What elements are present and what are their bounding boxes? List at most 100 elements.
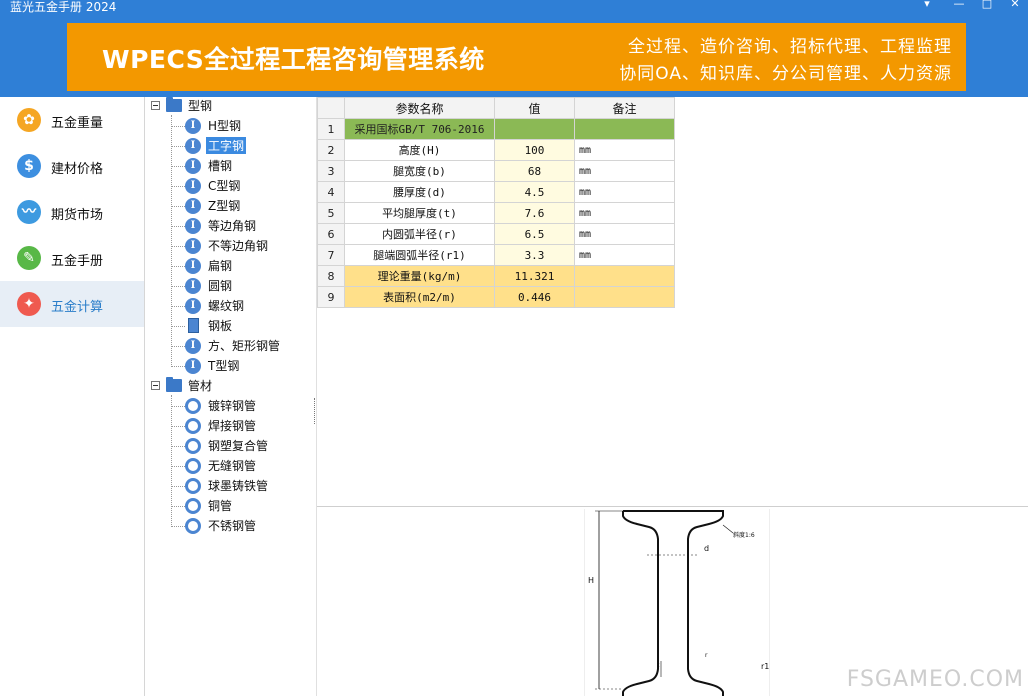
param-value-input[interactable]: 68 (494, 160, 575, 182)
tree-item[interactable]: I 螺纹钢 (145, 297, 316, 317)
ring-icon (185, 518, 201, 534)
param-value-input[interactable]: 4.5 (494, 181, 575, 203)
tree-connector (171, 406, 185, 407)
row-num: 7 (317, 244, 345, 266)
tree-item[interactable]: I 槽钢 (145, 157, 316, 177)
tree-item-label: 不等边角钢 (208, 239, 269, 253)
table-row: 7 腿端圆弧半径(r1) 3.3 mm (317, 244, 675, 266)
param-note: mm (574, 244, 675, 266)
tree-item[interactable]: I 等边角钢 (145, 217, 316, 237)
tree-item[interactable]: I 扁钢 (145, 257, 316, 277)
ad-banner[interactable]: WPECS全过程工程咨询管理系统 全过程、造价咨询、招标代理、工程监理 协同OA… (67, 23, 966, 91)
table-row: 4 腰厚度(d) 4.5 mm (317, 181, 675, 203)
collapse-icon[interactable] (151, 381, 160, 390)
trend-icon: 〰 (17, 200, 41, 224)
param-name: 腰厚度(d) (344, 181, 495, 203)
minimize-button[interactable]: — (950, 0, 968, 11)
tree-item[interactable]: I 不等边角钢 (145, 237, 316, 257)
header-param-name[interactable]: 参数名称 (344, 97, 495, 119)
tree-connector (171, 506, 185, 507)
folder-icon (166, 377, 182, 392)
tree-connector (171, 446, 185, 447)
tree-connector (171, 266, 185, 267)
close-button[interactable]: ✕ (1006, 0, 1024, 11)
ibeam-icon: I (185, 298, 201, 314)
row-num: 2 (317, 139, 345, 161)
plate-icon (188, 318, 199, 333)
tree-item[interactable]: 焊接钢管 (145, 417, 316, 437)
tree-item[interactable]: I 圆钢 (145, 277, 316, 297)
tree-item[interactable]: 钢塑复合管 (145, 437, 316, 457)
category-label: 管材 (188, 379, 213, 393)
param-name: 内圆弧半径(r) (344, 223, 495, 245)
ibeam-icon: I (185, 158, 201, 174)
maximize-button[interactable]: □ (978, 0, 996, 11)
nav-item-material-price[interactable]: $ 建材价格 (0, 143, 144, 189)
tree-item[interactable]: 球墨铸铁管 (145, 477, 316, 497)
result-note (574, 265, 675, 287)
watermark-text: FSGAMEO.COM (846, 667, 1024, 692)
param-value-input[interactable]: 3.3 (494, 244, 575, 266)
tree-connector (171, 166, 185, 167)
dim-r-label: r (705, 652, 708, 659)
parameter-grid-area: 参数名称 值 备注 1 采用国标GB/T 706-2016 2 高度(H) 10… (317, 97, 1028, 506)
header-value[interactable]: 值 (494, 97, 575, 119)
tree-connector (171, 486, 185, 487)
nav-label: 五金计算 (51, 300, 104, 315)
header-note[interactable]: 备注 (574, 97, 675, 119)
param-note[interactable] (574, 118, 675, 140)
tree-connector (171, 466, 185, 467)
ibeam-icon: I (185, 198, 201, 214)
tree-item[interactable]: I T型钢 (145, 357, 316, 377)
tree-connector (171, 346, 185, 347)
tree-item[interactable]: I 方、矩形钢管 (145, 337, 316, 357)
tree-connector (171, 186, 185, 187)
param-value-input[interactable]: 7.6 (494, 202, 575, 224)
tree-item[interactable]: 铜管 (145, 497, 316, 517)
table-row: 3 腿宽度(b) 68 mm (317, 160, 675, 182)
wand-icon: ✦ (17, 292, 41, 316)
tree-item[interactable]: 镀锌钢管 (145, 397, 316, 417)
param-value[interactable] (494, 118, 575, 140)
tree-category-section-steel[interactable]: 型钢 (145, 97, 316, 117)
flower-icon: ✿ (17, 108, 41, 132)
tree-item[interactable]: 不锈钢管 (145, 517, 316, 537)
tree-item[interactable]: 钢板 (145, 317, 316, 337)
menu-dropdown-button[interactable]: ▾ (918, 0, 936, 11)
tree-item-label: 不锈钢管 (208, 519, 257, 533)
nav-item-hardware-calc[interactable]: ✦ 五金计算 (0, 281, 144, 327)
tree-item[interactable]: I Z型钢 (145, 197, 316, 217)
tree-item[interactable]: 无缝钢管 (145, 457, 316, 477)
result-value: 0.446 (494, 286, 575, 308)
tree-item-label: 等边角钢 (208, 219, 257, 233)
dollar-icon: $ (17, 154, 41, 178)
nav-item-futures-market[interactable]: 〰 期货市场 (0, 189, 144, 235)
result-value: 11.321 (494, 265, 575, 287)
result-name: 表面积(m2/m) (344, 286, 495, 308)
tree-connector (171, 426, 185, 427)
collapse-icon[interactable] (151, 101, 160, 110)
nav-item-hardware-handbook[interactable]: ✎ 五金手册 (0, 235, 144, 281)
param-value-input[interactable]: 100 (494, 139, 575, 161)
param-note: mm (574, 139, 675, 161)
nav-item-hardware-weight[interactable]: ✿ 五金重量 (0, 97, 144, 143)
nav-label: 五金手册 (51, 254, 104, 269)
param-name: 平均腿厚度(t) (344, 202, 495, 224)
ibeam-icon: I (185, 338, 201, 354)
row-num: 9 (317, 286, 345, 308)
tree-item[interactable]: I H型钢 (145, 117, 316, 137)
param-note: mm (574, 202, 675, 224)
dim-t-label: t (657, 662, 660, 669)
tree-category-pipes[interactable]: 管材 (145, 377, 316, 397)
window-title: 蓝光五金手册 2024 (10, 0, 117, 14)
tree-connector (171, 366, 185, 367)
param-value-input[interactable]: 6.5 (494, 223, 575, 245)
tree-item[interactable]: I C型钢 (145, 177, 316, 197)
tree-item-selected[interactable]: I 工字钢 (145, 137, 316, 157)
grid-header-row: 参数名称 值 备注 (317, 97, 675, 119)
banner-line-2: 协同OA、知识库、分公司管理、人力资源 (619, 64, 952, 84)
tree-item-label: 扁钢 (208, 259, 233, 273)
tree-connector (171, 326, 185, 327)
param-name[interactable]: 采用国标GB/T 706-2016 (344, 118, 495, 140)
ibeam-drawing: H d 斜度1:6 t r r1 (588, 510, 769, 696)
